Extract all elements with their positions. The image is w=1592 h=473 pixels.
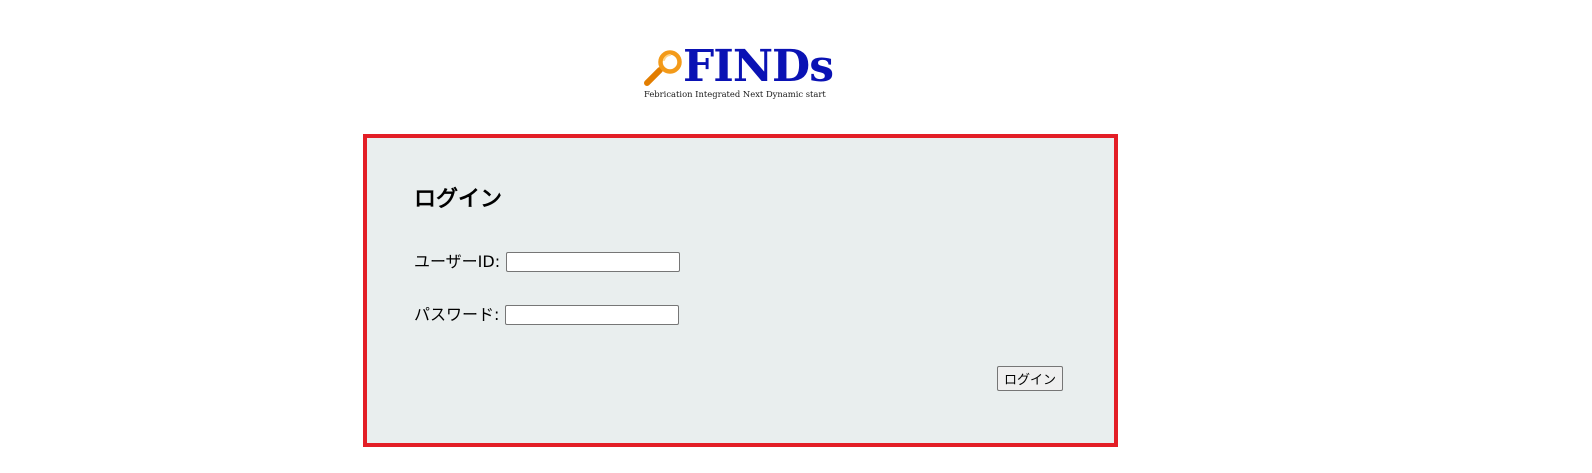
user-id-input[interactable]: [506, 252, 681, 272]
finds-logo: FINDs Febrication Integrated Next Dynami…: [643, 41, 843, 102]
login-heading: ログイン: [414, 187, 503, 212]
login-panel: ログイン ユーザーID: パスワード: ログイン: [363, 134, 1118, 447]
logo-wordmark: FINDs: [683, 41, 834, 92]
password-input[interactable]: [505, 305, 680, 325]
login-button[interactable]: ログイン: [997, 366, 1064, 391]
user-id-row: ユーザーID:: [414, 251, 681, 273]
password-row: パスワード:: [414, 304, 680, 326]
password-label: パスワード:: [414, 305, 500, 324]
logo-tagline: Febrication Integrated Next Dynamic star…: [644, 89, 826, 99]
magnifying-glass-icon: [644, 50, 682, 86]
user-id-label: ユーザーID:: [414, 252, 501, 271]
